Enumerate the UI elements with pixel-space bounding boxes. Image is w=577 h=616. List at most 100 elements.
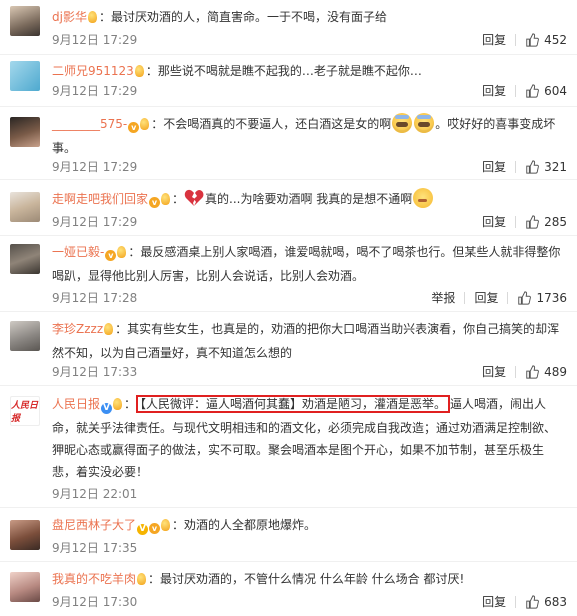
bulb-badge-icon[interactable] bbox=[104, 323, 114, 335]
comment-time: 9月12日 17:29 bbox=[52, 215, 138, 229]
username-link[interactable]: ________575- bbox=[52, 117, 127, 131]
avatar[interactable] bbox=[10, 572, 40, 602]
comment-content: 李珍Zzzz ：其实有些女生，也真是的，劝酒的把你大口喝酒当助兴表演看，你自己搞笑… bbox=[52, 320, 560, 360]
like-button[interactable]: 285 bbox=[525, 212, 567, 232]
reply-button[interactable]: 回复 bbox=[482, 157, 506, 177]
vip-badge-icon[interactable]: v bbox=[128, 122, 140, 133]
username-link[interactable]: 人民日报 bbox=[52, 397, 100, 411]
comment-time: 9月12日 22:01 bbox=[52, 487, 138, 501]
sweat-emoji-icon bbox=[414, 113, 435, 133]
comment-item: ________575- v ：不会喝酒真的不要逼人，还白酒这是女的啊 。哎好好的喜事… bbox=[0, 107, 577, 180]
sweat-emoji-icon bbox=[392, 113, 413, 133]
like-count: 321 bbox=[544, 160, 567, 174]
avatar[interactable] bbox=[10, 244, 40, 274]
vip-badge-icon[interactable]: v bbox=[149, 523, 161, 534]
avatar-logo: 人民日报 bbox=[11, 401, 39, 424]
bulb-badge-icon[interactable] bbox=[161, 519, 171, 531]
comment-meta: 9月12日 17:29 回复 604 bbox=[52, 81, 567, 101]
avatar[interactable] bbox=[10, 6, 40, 36]
comment-meta: 9月12日 17:30 回复 683 bbox=[52, 592, 567, 612]
reply-button[interactable]: 回复 bbox=[482, 592, 506, 612]
user-badges bbox=[87, 8, 98, 30]
comment-text: 那些说不喝就是瞧不起我的…老子就是瞧不起你… bbox=[157, 64, 422, 78]
like-count: 1736 bbox=[536, 291, 567, 305]
bulb-badge-icon[interactable] bbox=[140, 118, 150, 130]
avatar[interactable]: 人民日报 bbox=[10, 396, 40, 426]
comment-meta: 9月12日 17:29 回复 452 bbox=[52, 30, 567, 50]
like-count: 285 bbox=[544, 215, 567, 229]
username-link[interactable]: 盘尼西林子大了 bbox=[52, 518, 136, 532]
comment-meta: 9月12日 22:01 bbox=[52, 484, 567, 504]
comment-content: dj影华 ：最讨厌劝酒的人，简直害命。一于不喝，没有面子给 bbox=[52, 6, 567, 30]
shy-emoji-icon bbox=[413, 188, 434, 208]
avatar[interactable] bbox=[10, 192, 40, 222]
thumbs-up-icon bbox=[518, 291, 532, 305]
comment-item: 走啊走吧我们回家 v：真的...为啥要劝酒啊 我真的是想不通啊 9月12日 17:… bbox=[0, 180, 577, 236]
bulb-badge-icon[interactable] bbox=[134, 65, 144, 77]
username-link[interactable]: 二师兄951123 bbox=[52, 64, 134, 78]
comment-content: 一娅已毅-v ：最反感酒桌上别人家喝酒，谁爱喝就喝，喝不了喝茶也行。但某些人就非得… bbox=[52, 243, 561, 283]
username-link[interactable]: 走啊走吧我们回家 bbox=[52, 192, 148, 206]
user-badges: v bbox=[149, 190, 171, 212]
reply-button[interactable]: 回复 bbox=[482, 212, 506, 232]
user-badges: v bbox=[128, 115, 150, 137]
like-button[interactable]: 604 bbox=[525, 81, 567, 101]
like-button[interactable]: 489 bbox=[525, 362, 567, 382]
vip-badge-icon[interactable]: v bbox=[105, 250, 117, 261]
reply-button[interactable]: 回复 bbox=[482, 362, 506, 382]
comment-content: ________575- v ：不会喝酒真的不要逼人，还白酒这是女的啊 。哎好好的喜事… bbox=[52, 113, 567, 159]
report-button[interactable]: 举报 bbox=[431, 288, 455, 308]
username-link[interactable]: dj影华 bbox=[52, 10, 87, 24]
bulb-badge-icon[interactable] bbox=[87, 11, 97, 23]
comment-meta: 9月12日 17:35 bbox=[52, 538, 567, 558]
user-badges: v bbox=[105, 243, 127, 265]
comment-meta: 9月12日 17:33 回复 489 bbox=[52, 362, 567, 382]
reply-button[interactable]: 回复 bbox=[474, 288, 498, 308]
like-button[interactable]: 321 bbox=[525, 157, 567, 177]
thumbs-up-icon bbox=[526, 215, 539, 229]
comment-meta: 9月12日 17:28 举报 回复 1736 bbox=[52, 288, 567, 308]
reply-button[interactable]: 回复 bbox=[482, 81, 506, 101]
comment-time: 9月12日 17:28 bbox=[52, 291, 138, 305]
comment-time: 9月12日 17:29 bbox=[52, 160, 138, 174]
bulb-badge-icon[interactable] bbox=[137, 573, 147, 585]
comment-text: 不会喝酒真的不要逼人，还白酒这是女的啊 bbox=[163, 117, 392, 131]
comment-item: 我真的不吃羊肉 ：最讨厌劝酒的，不管什么情况 什么年龄 什么场合 都讨厌! 9月1… bbox=[0, 562, 577, 616]
verified-yellow-badge-icon[interactable]: V bbox=[137, 524, 149, 535]
like-count: 683 bbox=[544, 595, 567, 609]
thumbs-up-icon bbox=[526, 365, 539, 379]
like-button[interactable]: 452 bbox=[525, 30, 567, 50]
bulb-badge-icon[interactable] bbox=[117, 246, 127, 258]
broken-heart-icon bbox=[184, 189, 204, 206]
avatar[interactable] bbox=[10, 321, 40, 351]
thumbs-up-icon bbox=[526, 595, 539, 609]
comment-text: 其实有些女生，也真是的，劝酒的把你大口喝酒当助兴表演看，你自己搞笑的却浑然不知，… bbox=[52, 322, 560, 360]
comment-item: 盘尼西林子大了 Vv ：劝酒的人全都原地爆炸。 9月12日 17:35 bbox=[0, 508, 577, 562]
comment-content: 走啊走吧我们回家 v：真的...为啥要劝酒啊 我真的是想不通啊 bbox=[52, 188, 567, 212]
comment-content: 我真的不吃羊肉 ：最讨厌劝酒的，不管什么情况 什么年龄 什么场合 都讨厌! bbox=[52, 568, 567, 592]
comment-time: 9月12日 17:29 bbox=[52, 84, 138, 98]
username-link[interactable]: 我真的不吃羊肉 bbox=[52, 572, 136, 586]
thumbs-up-icon bbox=[526, 160, 539, 174]
username-link[interactable]: 李珍Zzzz bbox=[52, 322, 103, 336]
comment-meta: 9月12日 17:29 回复 285 bbox=[52, 212, 567, 232]
reply-button[interactable]: 回复 bbox=[482, 30, 506, 50]
bulb-badge-icon[interactable] bbox=[113, 398, 123, 410]
username-link[interactable]: 一娅已毅- bbox=[52, 245, 104, 259]
vip-badge-icon[interactable]: v bbox=[149, 197, 161, 208]
comment-time: 9月12日 17:30 bbox=[52, 595, 138, 609]
avatar[interactable] bbox=[10, 117, 40, 147]
bulb-badge-icon[interactable] bbox=[161, 193, 171, 205]
comment-text: 劝酒的人全都原地爆炸。 bbox=[184, 518, 317, 532]
like-count: 604 bbox=[544, 84, 567, 98]
like-count: 452 bbox=[544, 33, 567, 47]
comment-time: 9月12日 17:29 bbox=[52, 33, 138, 47]
user-badges bbox=[104, 320, 114, 342]
verified-badge-icon[interactable]: V bbox=[101, 403, 113, 414]
like-button[interactable]: 683 bbox=[525, 592, 567, 612]
avatar[interactable] bbox=[10, 61, 40, 91]
like-button[interactable]: 1736 bbox=[517, 288, 567, 308]
comment-content: 人民日报 V：【人民微评：逼人喝酒何其蠢】劝酒是陋习，灌酒是恶举。 逼人喝酒，闹出人… bbox=[52, 395, 557, 479]
avatar[interactable] bbox=[10, 520, 40, 550]
comment-text: 最讨厌劝酒的人，简直害命。一于不喝，没有面子给 bbox=[110, 10, 387, 24]
